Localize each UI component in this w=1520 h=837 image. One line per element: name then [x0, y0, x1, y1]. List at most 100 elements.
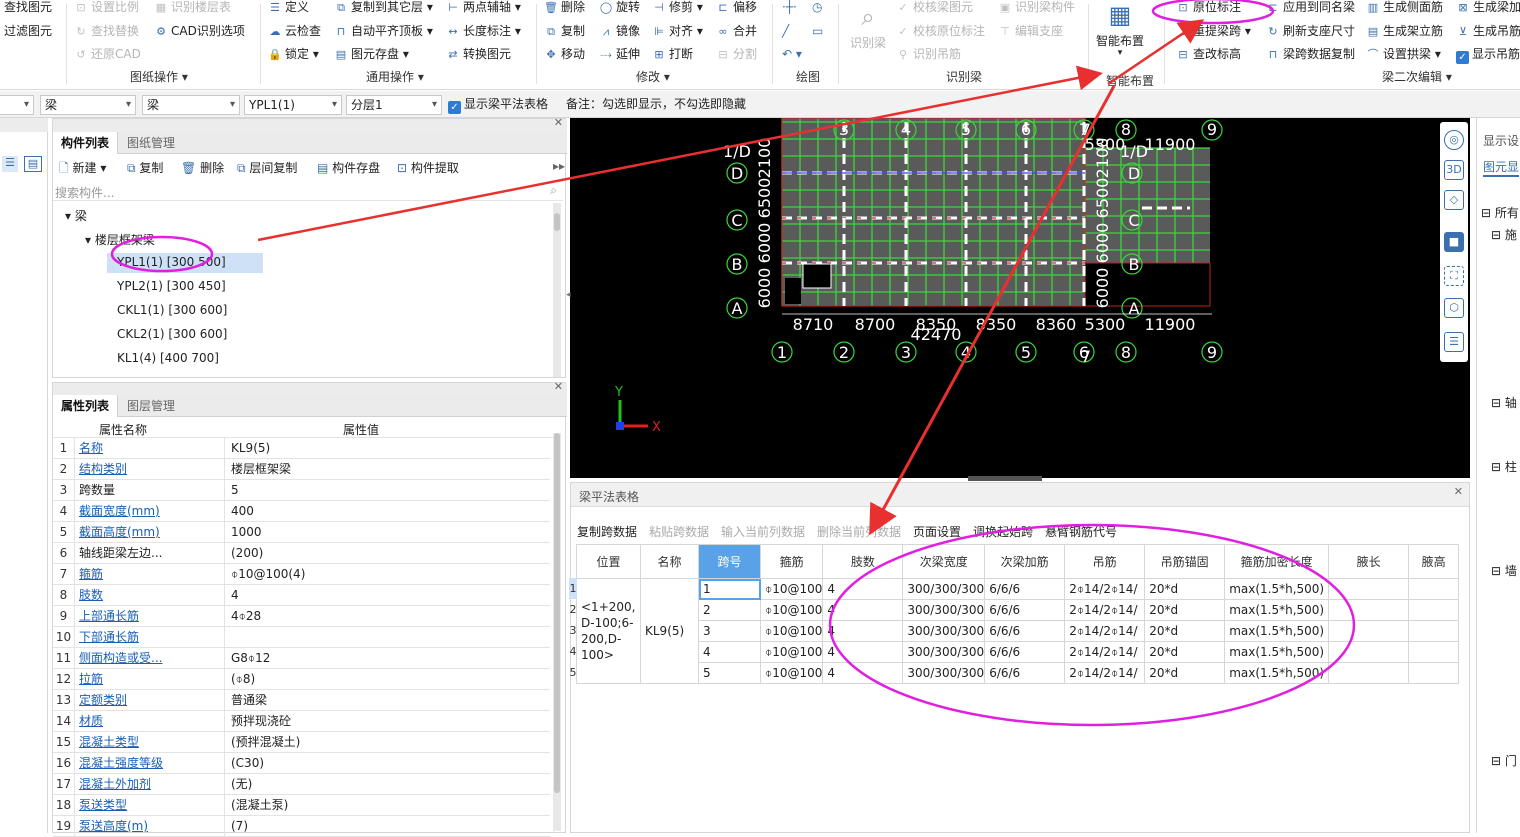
property-value[interactable]: (⌽8)	[229, 669, 549, 689]
cell-legs[interactable]: 4	[822, 578, 904, 600]
tab-component-list[interactable]: 构件列表	[53, 132, 119, 154]
property-row[interactable]: 4 截面宽度(mm) 400	[53, 501, 550, 522]
property-row[interactable]: 13 定额类别 普通梁	[53, 690, 550, 711]
check-beam-element-button[interactable]: ✓ 校核梁图元	[896, 0, 973, 16]
component-save-button[interactable]: ▤ 构件存盘	[317, 159, 380, 176]
cell-dense-length[interactable]: max(1.5*h,500)	[1224, 620, 1330, 642]
tree-item-axis[interactable]: ⊟ 轴	[1491, 394, 1517, 411]
move-button[interactable]: ✥ 移动	[544, 45, 585, 63]
cell-legs[interactable]: 4	[822, 620, 904, 642]
cell-secondary-width[interactable]: 300/300/300	[902, 599, 986, 621]
component-extract-button[interactable]: ⊡ 构件提取	[397, 159, 459, 176]
break-button[interactable]: ⊞ 打断	[652, 45, 693, 63]
align-button[interactable]: ⊫ 对齐 ▾	[652, 22, 703, 40]
delete-component-button[interactable]: 🗑 删除	[181, 159, 224, 176]
cell-haunch-length[interactable]	[1328, 662, 1410, 684]
tab-drawing-manage[interactable]: 图纸管理	[119, 132, 183, 154]
cell-hanger-anchor[interactable]: 20*d	[1144, 641, 1226, 663]
clock-icon[interactable]: ◷	[812, 0, 822, 16]
layer-select[interactable]: 分层1	[346, 95, 442, 115]
property-value[interactable]: 4	[229, 585, 549, 605]
tree-item-ypl1[interactable]: YPL1(1) [300 500]	[117, 255, 226, 269]
floor-copy-button[interactable]: ⧉ 层间复制	[237, 159, 297, 176]
find-replace-button[interactable]: ↻ 查找替换	[74, 22, 139, 40]
cell-legs[interactable]: 4	[822, 599, 904, 621]
tree-item-construction[interactable]: ⊟ 施	[1491, 226, 1517, 243]
tab-element-display[interactable]: 图元显	[1483, 158, 1520, 177]
apply-same-name-button[interactable]: ⊏ 应用到同名梁	[1266, 0, 1355, 16]
cell-legs[interactable]: 4	[822, 662, 904, 684]
copy-button[interactable]: ⧉ 复制	[544, 22, 585, 40]
property-value[interactable]: G8⌽12	[229, 648, 549, 668]
new-component-button[interactable]: 🗋 新建 ▾	[59, 159, 106, 180]
solid-cube-icon[interactable]: ■	[1444, 232, 1464, 252]
tree-scrollbar[interactable]	[553, 203, 561, 377]
cell-stirrup[interactable]: ⌽10@100	[759, 578, 824, 600]
cell-hanger-anchor[interactable]: 20*d	[1144, 620, 1226, 642]
tree-item-door[interactable]: ⊟ 门	[1491, 752, 1517, 769]
cell-secondary-width[interactable]: 300/300/300	[902, 578, 986, 600]
cell-secondary-add[interactable]: 6/6/6	[984, 662, 1066, 684]
show-beam-table-checkbox[interactable]: ✓ 显示梁平法表格	[448, 95, 548, 114]
recognize-beam-big-button[interactable]: ⌕ 识别梁	[846, 2, 890, 51]
cell-hanger-anchor[interactable]: 20*d	[1144, 662, 1226, 684]
cell-haunch-length[interactable]	[1328, 578, 1410, 600]
trim-button[interactable]: ⊣ 修剪 ▾	[652, 0, 703, 16]
property-value[interactable]: 普通梁	[229, 690, 549, 710]
cell-secondary-width[interactable]: 300/300/300	[902, 620, 986, 642]
cell-haunch-height[interactable]	[1408, 641, 1460, 663]
cell-stirrup[interactable]: ⌽10@100	[759, 641, 824, 663]
cell-span[interactable]: 4	[698, 641, 761, 663]
input-column-data-tool[interactable]: 输入当前列数据	[721, 523, 805, 540]
copy-component-button[interactable]: ⧉ 复制	[127, 159, 163, 176]
cell-hanger-anchor[interactable]: 20*d	[1144, 599, 1226, 621]
swap-start-span-tool[interactable]: 调换起始跨	[973, 523, 1033, 540]
cell-secondary-add[interactable]: 6/6/6	[984, 620, 1066, 642]
find-element-button[interactable]: 查找图元	[4, 0, 52, 16]
property-value[interactable]: KL9(5)	[229, 438, 549, 458]
detail-view-icon[interactable]: ▤	[24, 156, 42, 172]
cell-dense-length[interactable]: max(1.5*h,500)	[1224, 599, 1330, 621]
cell-secondary-add[interactable]: 6/6/6	[984, 641, 1066, 663]
cell-span[interactable]: 1	[698, 578, 761, 600]
delete-button[interactable]: 🗑 删除	[544, 0, 585, 16]
property-value[interactable]: (C30)	[229, 753, 549, 773]
property-value[interactable]: 4⌽28	[229, 606, 549, 626]
cell-secondary-width[interactable]: 300/300/300	[902, 641, 986, 663]
subtype-select[interactable]: 梁	[142, 95, 240, 115]
property-row[interactable]: 10 下部通长筋	[53, 627, 550, 648]
gen-hanger-button[interactable]: ⊻ 生成吊筋	[1456, 22, 1520, 40]
table-row[interactable]: <1+200, D-100;6-200,D-100> KL9(5) 1 ⌽10@100…	[576, 578, 1460, 684]
gen-beam-add-button[interactable]: ⊠ 生成梁加	[1456, 0, 1520, 16]
splitter-handle[interactable]	[968, 476, 1042, 481]
property-value[interactable]: (7)	[229, 816, 549, 836]
list-settings-icon[interactable]: ☰	[1444, 332, 1464, 352]
cell-span[interactable]: 2	[698, 599, 761, 621]
show-hanger-checkbox[interactable]: ✓ 显示吊筋	[1456, 45, 1520, 64]
auto-align-slab-button[interactable]: ⊓ 自动平齐顶板 ▾	[334, 22, 433, 40]
cell-dense-length[interactable]: max(1.5*h,500)	[1224, 641, 1330, 663]
point-draw-icon[interactable]: ·┼·	[782, 0, 797, 16]
cube-icon[interactable]: ◇	[1444, 190, 1464, 210]
type-select[interactable]: 梁	[40, 95, 136, 115]
tree-item-all[interactable]: ⊟ 所有	[1481, 204, 1519, 221]
edit-support-button[interactable]: ⊤ 编辑支座	[998, 22, 1063, 40]
filter-element-button[interactable]: 过滤图元	[4, 22, 52, 40]
restore-cad-button[interactable]: ↺ 还原CAD	[74, 45, 140, 63]
rotate-button[interactable]: ◯ 旋转	[599, 0, 640, 16]
tree-item-kl1[interactable]: KL1(4) [400 700]	[117, 351, 219, 365]
inplace-annotation-button[interactable]: ⊡ 原位标注	[1176, 0, 1241, 16]
component-search[interactable]: 搜索构件... ⌕	[53, 181, 563, 201]
lock-button[interactable]: 🔒 锁定 ▾	[268, 45, 319, 63]
component-select[interactable]: YPL1(1)	[244, 95, 342, 115]
cell-hanger[interactable]: 2⌽14/2⌽14/	[1064, 620, 1146, 642]
cell-secondary-width[interactable]: 300/300/300	[902, 662, 986, 684]
property-row[interactable]: 8 肢数 4	[53, 585, 550, 606]
property-row[interactable]: 12 拉筋 (⌽8)	[53, 669, 550, 690]
cell-span[interactable]: 3	[698, 620, 761, 642]
cell-stirrup[interactable]: ⌽10@100	[759, 599, 824, 621]
tab-property-list[interactable]: 属性列表	[53, 395, 119, 417]
check-elevation-button[interactable]: ⊟ 查改标高	[1176, 45, 1241, 63]
property-value[interactable]: 400	[229, 501, 549, 521]
cell-haunch-length[interactable]	[1328, 641, 1410, 663]
